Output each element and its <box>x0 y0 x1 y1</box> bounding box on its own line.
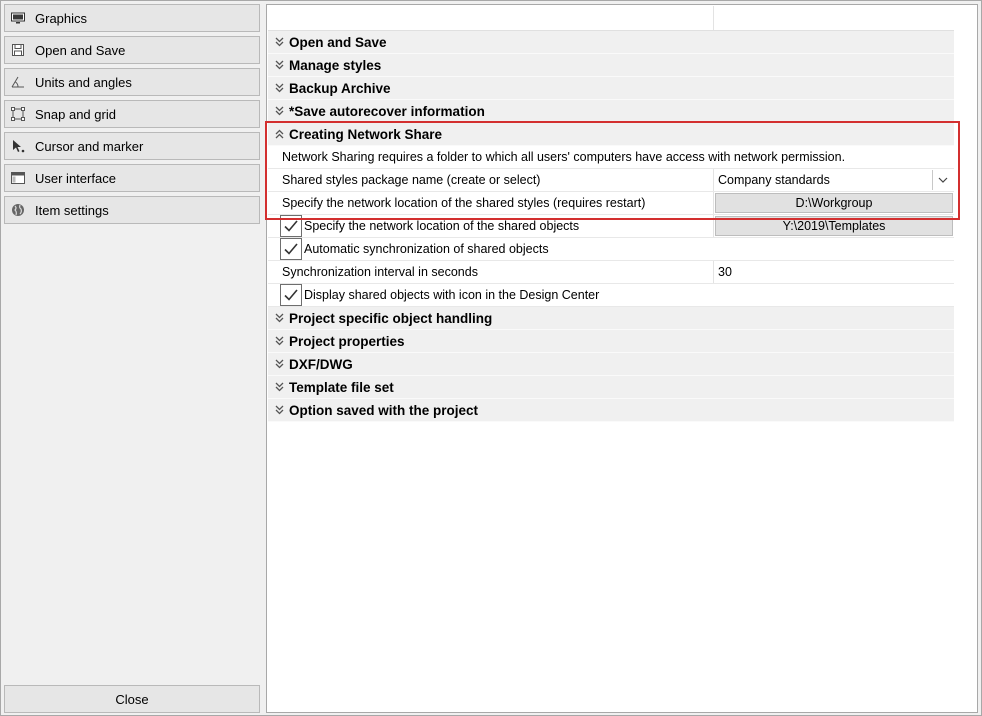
section-open-and-save[interactable]: Open and Save <box>268 31 954 54</box>
location-objects-button[interactable]: Y:\2019\Templates <box>715 216 953 236</box>
sync-interval-label: Synchronization interval in seconds <box>282 265 478 279</box>
chevron-down-icon <box>273 83 285 93</box>
monitor-icon <box>10 10 26 26</box>
location-styles-row: Specify the network location of the shar… <box>268 192 954 215</box>
chevron-down-icon <box>273 405 285 415</box>
chevron-down-icon <box>273 336 285 346</box>
location-styles-button[interactable]: D:\Workgroup <box>715 193 953 213</box>
sidebar-item-units-and-angles[interactable]: Units and angles <box>4 68 260 96</box>
sidebar-item-graphics[interactable]: Graphics <box>4 4 260 32</box>
chevron-down-icon <box>273 382 285 392</box>
display-icon-row: Display shared objects with icon in the … <box>268 284 954 307</box>
section-option-saved[interactable]: Option saved with the project <box>268 399 954 422</box>
location-styles-cell: D:\Workgroup <box>713 192 954 214</box>
chevron-down-icon <box>273 359 285 369</box>
sync-interval-row: Synchronization interval in seconds 30 <box>268 261 954 284</box>
section-autorecover[interactable]: *Save autorecover information <box>268 100 954 123</box>
location-styles-label: Specify the network location of the shar… <box>282 196 646 210</box>
package-name-label: Shared styles package name (create or se… <box>282 173 541 187</box>
angle-icon <box>10 74 26 90</box>
sidebar-item-label: Item settings <box>35 202 109 218</box>
auto-sync-checkbox[interactable] <box>280 238 302 260</box>
location-objects-cell: Y:\2019\Templates <box>713 215 954 237</box>
sidebar-item-label: Units and angles <box>35 74 132 90</box>
chevron-down-icon[interactable] <box>932 170 953 190</box>
section-project-properties[interactable]: Project properties <box>268 330 954 353</box>
location-objects-checkbox[interactable] <box>280 215 302 237</box>
display-icon-checkbox[interactable] <box>280 284 302 306</box>
section-title: DXF/DWG <box>289 356 353 372</box>
package-name-value: Company standards <box>718 173 830 187</box>
package-name-row: Shared styles package name (create or se… <box>268 169 954 192</box>
window-icon <box>10 170 26 186</box>
section-dxf-dwg[interactable]: DXF/DWG <box>268 353 954 376</box>
section-network-share[interactable]: Creating Network Share <box>268 123 954 146</box>
floppy-icon <box>10 42 26 58</box>
checkmark-icon <box>284 220 298 232</box>
section-title: Backup Archive <box>289 80 391 96</box>
sidebar: Graphics Open and Save Units and angles … <box>4 4 260 228</box>
cursor-icon <box>10 138 26 154</box>
sync-interval-value: 30 <box>718 265 732 279</box>
sidebar-item-open-and-save[interactable]: Open and Save <box>4 36 260 64</box>
sidebar-item-label: User interface <box>35 170 116 186</box>
section-project-specific[interactable]: Project specific object handling <box>268 307 954 330</box>
sidebar-item-label: Graphics <box>35 10 88 26</box>
sidebar-item-label: Cursor and marker <box>35 138 144 154</box>
network-info-row: Network Sharing requires a folder to whi… <box>268 146 954 169</box>
checkmark-icon <box>284 289 298 301</box>
sidebar-item-user-interface[interactable]: User interface <box>4 164 260 192</box>
section-manage-styles[interactable]: Manage styles <box>268 54 954 77</box>
auto-sync-row: Automatic synchronization of shared obje… <box>268 238 954 261</box>
snap-icon <box>10 106 26 122</box>
package-name-combo[interactable]: Company standards <box>713 169 954 191</box>
chevron-up-icon <box>273 129 285 139</box>
chevron-down-icon <box>273 313 285 323</box>
property-panel: Open and Save Manage styles Backup Archi… <box>266 4 978 713</box>
checkmark-icon <box>284 243 298 255</box>
location-objects-label: Specify the network location of the shar… <box>304 219 580 233</box>
close-button[interactable]: Close <box>4 685 260 713</box>
globe-icon <box>10 202 26 218</box>
display-icon-label: Display shared objects with icon in the … <box>304 288 600 302</box>
section-title: Open and Save <box>289 34 387 50</box>
header-row <box>268 6 954 31</box>
sidebar-item-cursor-and-marker[interactable]: Cursor and marker <box>4 132 260 160</box>
sidebar-item-label: Open and Save <box>35 42 126 58</box>
sidebar-item-item-settings[interactable]: Item settings <box>4 196 260 224</box>
section-title: Project specific object handling <box>289 310 493 326</box>
property-grid: Open and Save Manage styles Backup Archi… <box>268 6 954 422</box>
location-objects-row: Specify the network location of the shar… <box>268 215 954 238</box>
section-title: Manage styles <box>289 57 382 73</box>
chevron-down-icon <box>273 60 285 70</box>
options-dialog: Graphics Open and Save Units and angles … <box>0 0 982 716</box>
section-title: Template file set <box>289 379 394 395</box>
sync-interval-field[interactable]: 30 <box>713 261 954 283</box>
auto-sync-label: Automatic synchronization of shared obje… <box>304 242 549 256</box>
section-title: Option saved with the project <box>289 402 479 418</box>
section-title: Project properties <box>289 333 405 349</box>
sidebar-item-label: Snap and grid <box>35 106 116 122</box>
chevron-down-icon <box>273 106 285 116</box>
network-info-text: Network Sharing requires a folder to whi… <box>282 150 846 164</box>
section-template-file-set[interactable]: Template file set <box>268 376 954 399</box>
chevron-down-icon <box>273 37 285 47</box>
section-title: *Save autorecover information <box>289 103 485 119</box>
sidebar-item-snap-and-grid[interactable]: Snap and grid <box>4 100 260 128</box>
section-backup-archive[interactable]: Backup Archive <box>268 77 954 100</box>
section-title: Creating Network Share <box>289 126 443 142</box>
